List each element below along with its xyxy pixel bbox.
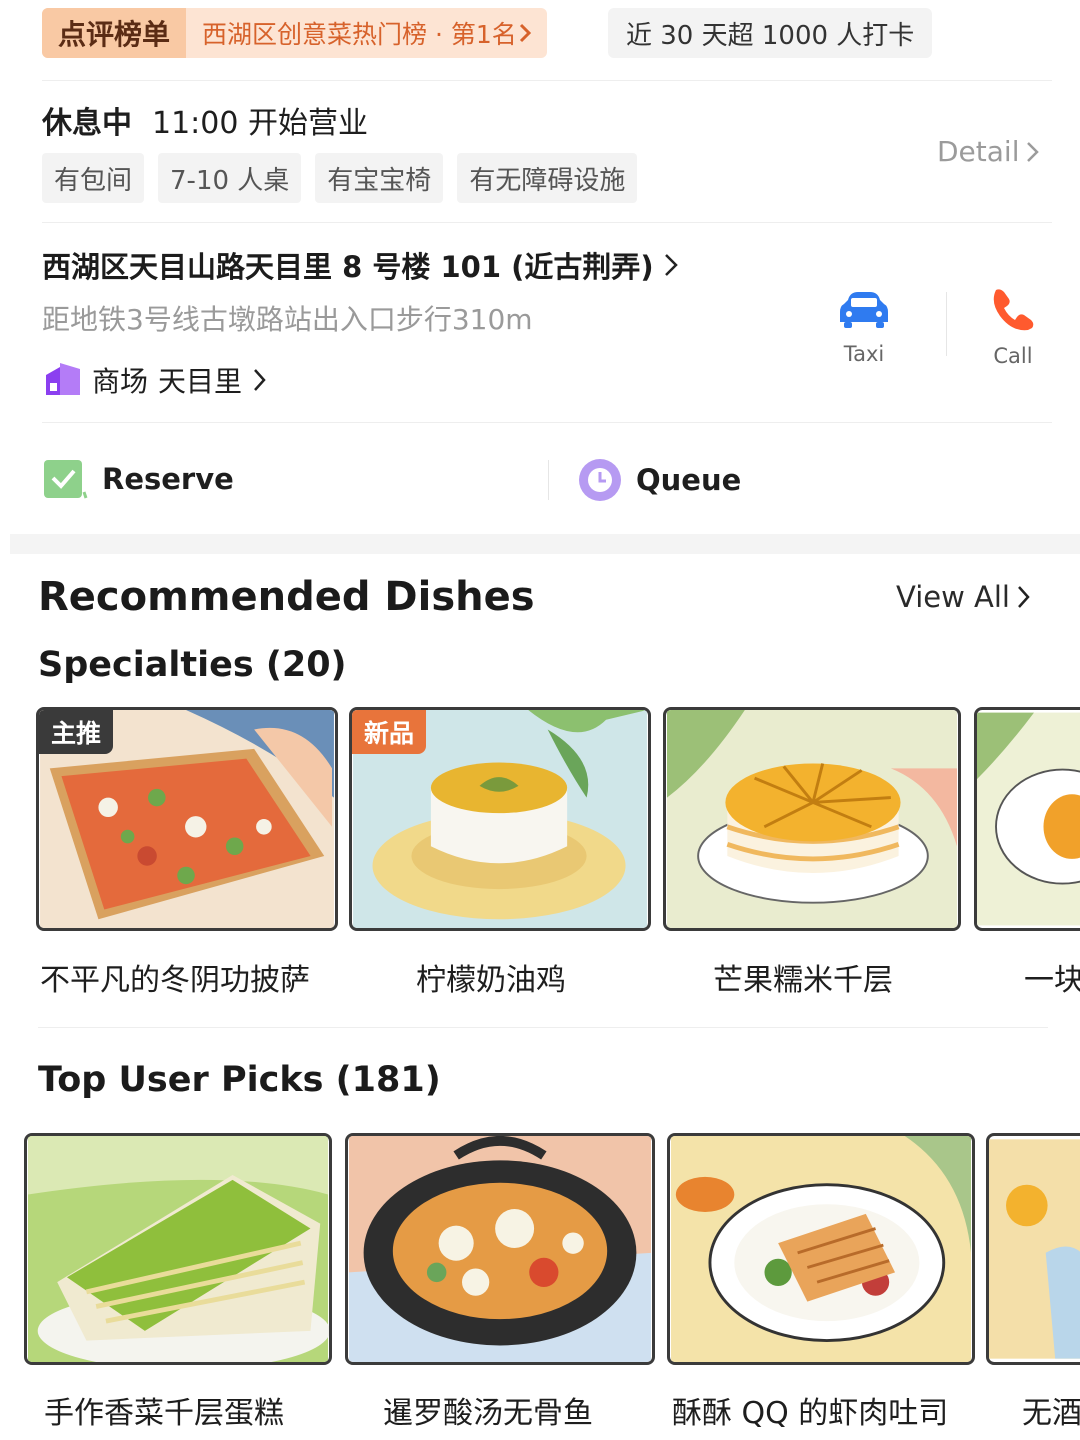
detail-link[interactable]: Detail bbox=[937, 135, 1041, 168]
ranking-text-label: 西湖区创意菜热门榜 · 第1名 bbox=[202, 20, 517, 49]
dish-image bbox=[27, 1136, 329, 1362]
taxi-icon bbox=[840, 292, 888, 328]
chevron-right-icon bbox=[254, 369, 266, 391]
recommended-dishes-title: Recommended Dishes bbox=[38, 574, 535, 620]
dish-card-mango-crepe[interactable] bbox=[663, 707, 961, 931]
dish-name: 柠檬奶油鸡 bbox=[416, 963, 566, 998]
dish-badge: 主推 bbox=[39, 710, 114, 754]
chevron-right-icon bbox=[1018, 586, 1030, 608]
dish-card-shrimp-toast[interactable] bbox=[667, 1133, 975, 1365]
queue-label: Queue bbox=[636, 463, 742, 497]
view-all-label: View All bbox=[896, 580, 1010, 614]
facility-tag: 有包间 bbox=[42, 153, 145, 203]
dish-card-sour-fish[interactable] bbox=[345, 1133, 655, 1365]
divider bbox=[946, 292, 947, 356]
phone-icon bbox=[993, 289, 1034, 331]
dish-name: 一块 bbox=[1024, 963, 1080, 998]
metro-distance: 距地铁3号线古墩路站出入口步行310m bbox=[42, 303, 533, 336]
address-text: 西湖区天目山路天目里 8 号楼 101 (近古荆弄) bbox=[42, 250, 654, 284]
dish-name: 不平凡的冬阴功披萨 bbox=[40, 963, 310, 998]
call-label: Call bbox=[993, 344, 1033, 368]
clock-icon bbox=[579, 459, 621, 501]
dish-name: 芒果糯米千层 bbox=[713, 963, 893, 998]
dish-name: 酥酥 QQ 的虾肉吐司 bbox=[672, 1396, 949, 1431]
specialties-title: Specialties (20) bbox=[38, 645, 347, 685]
divider bbox=[42, 222, 1052, 223]
mall-name: 天目里 bbox=[158, 365, 243, 398]
check-icon bbox=[44, 460, 88, 499]
dish-card-drink[interactable] bbox=[986, 1133, 1080, 1365]
business-hours: 休息中 11:00 开始营业 bbox=[42, 98, 368, 142]
hours-status: 休息中 bbox=[42, 106, 132, 141]
dish-image bbox=[977, 712, 1080, 926]
detail-label: Detail bbox=[937, 135, 1020, 168]
dish-name: 手作香菜千层蛋糕 bbox=[44, 1396, 284, 1431]
call-button[interactable]: Call bbox=[990, 286, 1036, 368]
mall-link[interactable]: 商场 天目里 bbox=[44, 360, 268, 400]
taxi-button[interactable]: Taxi bbox=[838, 290, 890, 366]
reserve-label: Reserve bbox=[102, 462, 234, 496]
ranking-title: 点评榜单 bbox=[42, 8, 187, 58]
facility-tag: 7-10 人桌 bbox=[158, 153, 302, 203]
chevron-right-icon bbox=[664, 254, 678, 276]
dish-badge: 新品 bbox=[352, 710, 427, 754]
checkin-badge: 近 30 天超 1000 人打卡 bbox=[608, 8, 933, 58]
queue-button[interactable]: Queue bbox=[578, 458, 741, 502]
dish-image bbox=[666, 710, 958, 928]
dish-image bbox=[670, 1136, 972, 1362]
divider bbox=[548, 460, 549, 500]
facility-tags: 有包间 7-10 人桌 有宝宝椅 有无障碍设施 bbox=[42, 153, 638, 203]
view-all-link[interactable]: View All bbox=[896, 580, 1032, 614]
mall-label: 商场 bbox=[92, 365, 149, 398]
chevron-right-icon bbox=[519, 23, 531, 43]
facility-tag: 有宝宝椅 bbox=[315, 153, 444, 203]
mall-icon bbox=[44, 363, 82, 397]
dish-name: 暹罗酸汤无骨鱼 bbox=[383, 1396, 593, 1431]
ranking-badge[interactable]: 点评榜单 西湖区创意菜热门榜 · 第1名 bbox=[42, 8, 547, 58]
address-link[interactable]: 西湖区天目山路天目里 8 号楼 101 (近古荆弄) bbox=[42, 244, 680, 286]
dish-card-pizza[interactable]: 主推 bbox=[36, 707, 338, 931]
chevron-right-icon bbox=[1027, 141, 1040, 162]
dish-name: 无酒 bbox=[1022, 1396, 1080, 1431]
taxi-label: Taxi bbox=[843, 342, 885, 366]
dish-image bbox=[989, 1139, 1080, 1359]
hours-open-text: 11:00 开始营业 bbox=[152, 106, 368, 141]
section-separator bbox=[10, 534, 1080, 554]
divider bbox=[38, 1027, 1048, 1028]
dish-card-lemon-chicken[interactable]: 新品 bbox=[349, 707, 651, 931]
divider bbox=[42, 80, 1052, 81]
dish-card-coriander-cake[interactable] bbox=[24, 1133, 332, 1365]
divider bbox=[42, 422, 1052, 423]
dish-card-egg[interactable] bbox=[974, 707, 1080, 931]
facility-tag: 有无障碍设施 bbox=[457, 153, 638, 203]
ranking-text: 西湖区创意菜热门榜 · 第1名 bbox=[186, 8, 547, 58]
top-picks-title: Top User Picks (181) bbox=[38, 1060, 441, 1100]
reserve-button[interactable]: Reserve bbox=[44, 458, 234, 500]
dish-image bbox=[349, 1136, 651, 1362]
